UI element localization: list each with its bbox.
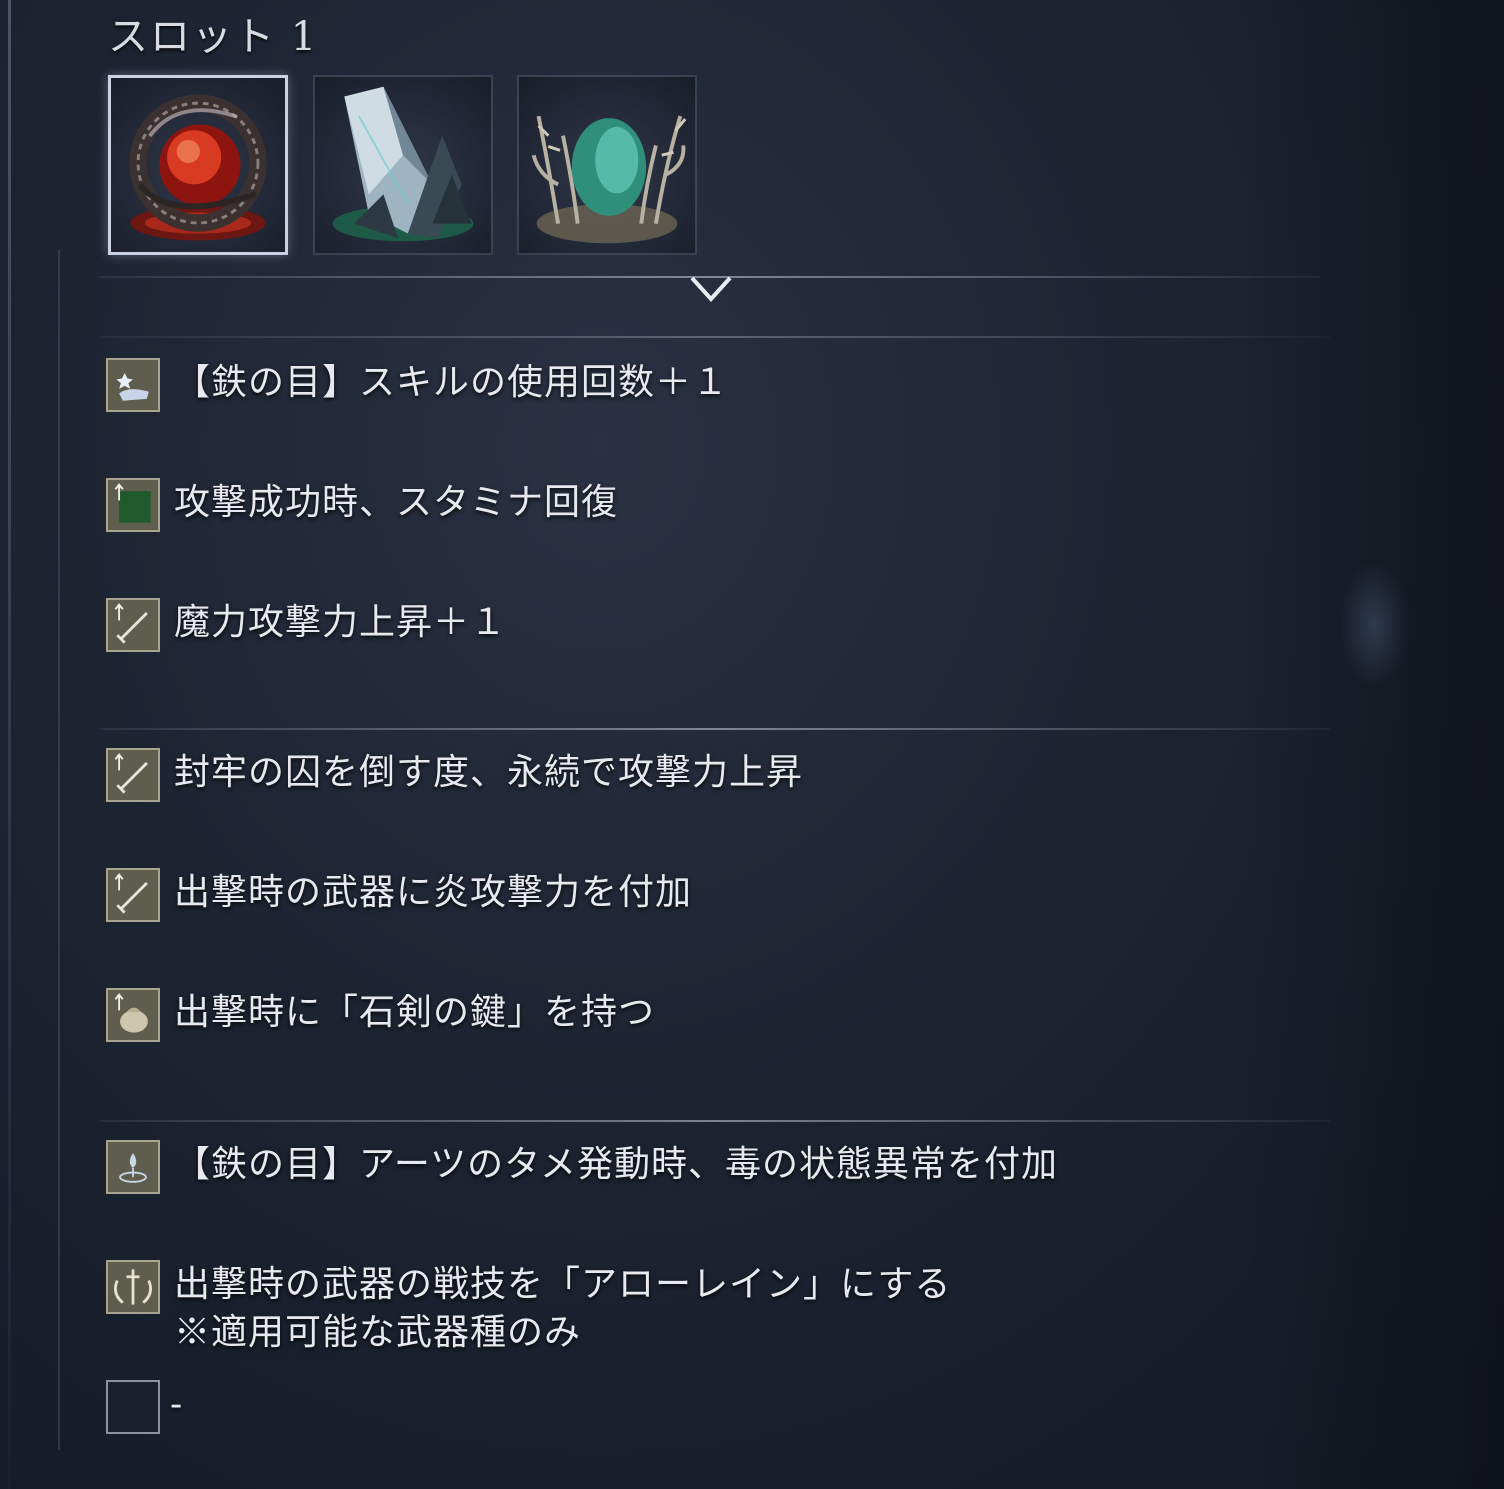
- effect-row: 出撃時の武器に炎攻撃力を付加: [106, 868, 692, 922]
- effect-text: 【鉄の目】スキルの使用回数＋１: [174, 362, 730, 403]
- sword-up-icon: [106, 748, 160, 802]
- effect-row: 【鉄の目】アーツのタメ発動時、毒の状態異常を付加: [106, 1140, 1058, 1194]
- effect-text: -: [170, 1384, 184, 1425]
- effect-main-text: 出撃時の武器の戦技を「アローレイン」にする: [174, 1264, 952, 1305]
- relic-slot-crystal[interactable]: [313, 75, 493, 255]
- relic-slot-red-orb[interactable]: [108, 75, 288, 255]
- red-orb-relic-icon: [129, 94, 267, 241]
- skill-hand-icon: [106, 358, 160, 412]
- crystal-relic-icon: [332, 86, 474, 242]
- relic-slot-green-egg[interactable]: [517, 75, 697, 255]
- effect-row: 出撃時に「石剣の鍵」を持つ: [106, 988, 655, 1042]
- effect-text: 攻撃成功時、スタミナ回復: [174, 482, 619, 523]
- effect-text: 出撃時の武器に炎攻撃力を付加: [174, 872, 693, 913]
- slot-title: スロット 1: [108, 14, 319, 60]
- effect-note-text: ※適用可能な武器種のみ: [174, 1312, 582, 1353]
- green-egg-relic-icon: [531, 115, 687, 244]
- effect-row: 攻撃成功時、スタミナ回復: [106, 478, 618, 532]
- effect-text: 出撃時に「石剣の鍵」を持つ: [174, 992, 656, 1033]
- sword-up-icon: [106, 598, 160, 652]
- effect-text: 魔力攻撃力上昇＋１: [174, 602, 508, 643]
- background-vignette: [1244, 0, 1504, 1489]
- group-separator: [100, 1120, 1330, 1122]
- effect-text: 封牢の囚を倒す度、永続で攻撃力上昇: [174, 752, 804, 793]
- effects-top-separator: [100, 336, 1330, 338]
- effect-row: 魔力攻撃力上昇＋１: [106, 598, 507, 652]
- sword-up-icon: [106, 868, 160, 922]
- effect-text: 出撃時の武器の戦技を「アローレイン」にする ※適用可能な武器種のみ: [174, 1261, 951, 1357]
- effect-text: 【鉄の目】アーツのタメ発動時、毒の状態異常を付加: [174, 1144, 1059, 1185]
- expand-chevron-icon[interactable]: [688, 272, 734, 306]
- arts-charge-icon: [106, 1140, 160, 1194]
- left-frame-border: [8, 0, 11, 1489]
- background-lamp-glow: [1340, 560, 1410, 690]
- weapon-skill-icon: [106, 1260, 160, 1314]
- stamina-up-icon: [106, 478, 160, 532]
- group-separator: [100, 728, 1330, 730]
- effect-row: 封牢の囚を倒す度、永続で攻撃力上昇: [106, 748, 803, 802]
- empty-slot-icon: [106, 1380, 160, 1434]
- left-inner-border: [58, 250, 60, 1450]
- effect-row: -: [106, 1380, 183, 1434]
- effect-row: 【鉄の目】スキルの使用回数＋１: [106, 358, 729, 412]
- pouch-icon: [106, 988, 160, 1042]
- effect-row: 出撃時の武器の戦技を「アローレイン」にする ※適用可能な武器種のみ: [106, 1260, 951, 1357]
